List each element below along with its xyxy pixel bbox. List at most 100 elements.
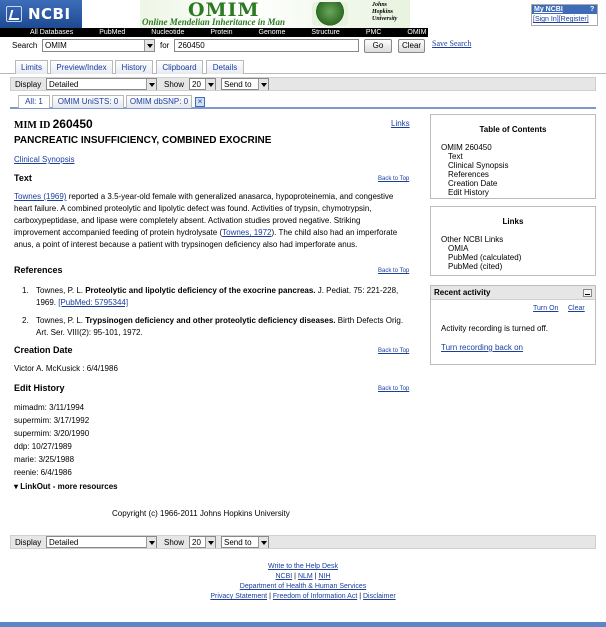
ncbi-mark-icon: [6, 6, 22, 22]
result-tab-dbsnp[interactable]: OMIM dbSNP: 0: [126, 95, 192, 108]
sign-in-link[interactable]: [Sign In]: [533, 16, 559, 23]
collapse-icon[interactable]: [583, 289, 592, 297]
close-tabs-icon[interactable]: ×: [195, 97, 205, 107]
help-icon[interactable]: ?: [590, 5, 596, 13]
tab-details[interactable]: Details: [206, 60, 244, 74]
turn-on-link[interactable]: Turn On: [533, 305, 558, 312]
links-item[interactable]: PubMed (cited): [448, 262, 502, 271]
toc-item[interactable]: Text: [448, 152, 463, 161]
linkout-toggle[interactable]: ▾ LinkOut - more resources: [14, 482, 118, 491]
chevron-down-icon: [146, 79, 156, 90]
display-bar-top: Display Detailed Show 20 Send to: [10, 77, 596, 91]
edit-history-entry: supermim: 3/20/1990: [14, 429, 90, 438]
search-label: Search: [12, 41, 38, 50]
jhu-wordmark: Johns Hopkins University: [372, 2, 398, 22]
chevron-down-icon: [146, 537, 156, 548]
result-tab-all[interactable]: All: 1: [18, 95, 50, 108]
recent-activity-header: Recent activity: [431, 286, 595, 300]
register-link[interactable]: [Register]: [559, 16, 589, 23]
nav-pubmed[interactable]: PubMed: [86, 29, 138, 36]
disclaimer-link[interactable]: Disclaimer: [363, 593, 396, 600]
nav-genome[interactable]: Genome: [246, 29, 299, 36]
tab-history[interactable]: History: [115, 60, 153, 74]
go-button[interactable]: Go: [364, 39, 392, 53]
my-ncbi-box: My NCBI ? [Sign In][Register]: [531, 4, 598, 26]
pubmed-5795344-link[interactable]: [PubMed: 5795344]: [58, 298, 128, 307]
omim-banner[interactable]: OMIM Online Mendelian Inheritance in Man…: [140, 0, 410, 28]
clear-activity-link[interactable]: Clear: [568, 305, 585, 312]
turn-recording-on-link[interactable]: Turn recording back on: [441, 343, 523, 352]
links-item[interactable]: Other NCBI Links: [441, 235, 503, 244]
send-to-select[interactable]: Send to: [221, 78, 269, 90]
nav-protein[interactable]: Protein: [197, 29, 245, 36]
links-link[interactable]: Links: [391, 119, 410, 128]
tab-clipboard[interactable]: Clipboard: [156, 60, 203, 74]
clear-button[interactable]: Clear: [398, 39, 425, 53]
nav-pmc[interactable]: PMC: [353, 29, 395, 36]
help-desk-link[interactable]: Write to the Help Desk: [268, 563, 338, 570]
display-label: Display: [15, 80, 42, 89]
mim-id: MIM ID 260450: [14, 117, 93, 131]
links-item[interactable]: OMIA: [448, 244, 468, 253]
links-item[interactable]: PubMed (calculated): [448, 253, 521, 262]
hhs-link[interactable]: Department of Health & Human Services: [240, 583, 366, 590]
bottom-strip: [0, 622, 606, 627]
search-input[interactable]: 260450: [174, 39, 359, 52]
save-search-link[interactable]: Save Search: [432, 39, 471, 48]
display-format-select[interactable]: Detailed: [46, 536, 157, 548]
nav-omim[interactable]: OMIM: [394, 29, 439, 36]
send-to-select[interactable]: Send to: [221, 536, 269, 548]
toc-item[interactable]: References: [448, 170, 489, 179]
tab-limits[interactable]: Limits: [15, 60, 48, 74]
edit-history-heading: Edit History: [14, 383, 65, 393]
ncbi-logo[interactable]: NCBI: [0, 0, 82, 28]
townes-1969-link[interactable]: Townes (1969): [14, 192, 66, 201]
nlm-link[interactable]: NLM: [298, 573, 313, 580]
nih-link[interactable]: NIH: [318, 573, 330, 580]
show-count-select[interactable]: 20: [189, 78, 216, 90]
privacy-link[interactable]: Privacy Statement: [210, 593, 267, 600]
my-ncbi-link[interactable]: My NCBI: [534, 6, 563, 13]
feature-tabs: Limits Preview/Index History Clipboard D…: [0, 59, 606, 74]
tab-preview-index[interactable]: Preview/Index: [50, 60, 113, 74]
ncbi-logo-text: NCBI: [28, 5, 71, 23]
result-tab-unists[interactable]: OMIM UniSTS: 0: [52, 95, 124, 108]
nav-structure[interactable]: Structure: [298, 29, 352, 36]
header: NCBI OMIM Online Mendelian Inheritance i…: [0, 0, 606, 28]
database-nav: All Databases PubMed Nucleotide Protein …: [0, 28, 428, 37]
foia-link[interactable]: Freedom of Information Act: [273, 593, 357, 600]
database-select[interactable]: OMIM: [42, 39, 155, 52]
chevron-down-icon: [205, 79, 215, 90]
mim-id-prefix: MIM ID: [14, 120, 51, 131]
reference-1: Townes, P. L. Proteolytic and lipolytic …: [36, 286, 399, 307]
back-to-top-link[interactable]: Back to Top: [378, 386, 409, 392]
chevron-down-icon: [258, 79, 268, 90]
show-count-select[interactable]: 20: [189, 536, 216, 548]
search-bar: Search OMIM for 260450 Go Clear Save Sea…: [0, 38, 606, 55]
clinical-synopsis-link[interactable]: Clinical Synopsis: [14, 155, 74, 164]
townes-1972-link[interactable]: Townes, 1972: [222, 228, 271, 237]
text-body: Townes (1969) reported a 3.5-year-old fe…: [14, 192, 398, 249]
chevron-down-icon: [144, 40, 154, 51]
display-format-select[interactable]: Detailed: [46, 78, 157, 90]
text-heading: Text: [14, 173, 32, 183]
nav-nucleotide[interactable]: Nucleotide: [138, 29, 197, 36]
reference-2-number: 2.: [22, 316, 29, 325]
toc-item[interactable]: Clinical Synopsis: [448, 161, 508, 170]
creation-date-heading: Creation Date: [14, 345, 73, 355]
nav-all-databases[interactable]: All Databases: [0, 29, 86, 36]
creation-date-value: Victor A. McKusick : 6/4/1986: [14, 364, 118, 373]
toc-item[interactable]: OMIM 260450: [441, 143, 492, 152]
toc-heading: Table of Contents: [479, 125, 547, 134]
result-tabs: All: 1 OMIM UniSTS: 0 OMIM dbSNP: 0 ×: [10, 95, 596, 109]
toc-item[interactable]: Edit History: [448, 188, 489, 197]
edit-history-entry: mimadm: 3/11/1994: [14, 403, 85, 412]
ncbi-link[interactable]: NCBI: [275, 573, 292, 580]
toc-item[interactable]: Creation Date: [448, 179, 497, 188]
back-to-top-link[interactable]: Back to Top: [378, 176, 409, 182]
footer: Write to the Help Desk NCBI | NLM | NIH …: [210, 563, 396, 600]
back-to-top-link[interactable]: Back to Top: [378, 348, 409, 354]
back-to-top-link[interactable]: Back to Top: [378, 268, 409, 274]
show-label: Show: [164, 80, 185, 89]
display-bar-bottom: Display Detailed Show 20 Send to: [10, 535, 596, 549]
